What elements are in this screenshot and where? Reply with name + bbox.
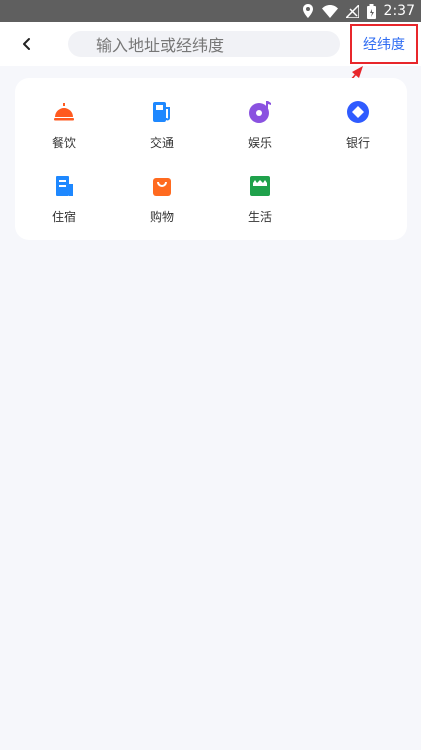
search-placeholder: 输入地址或经纬度 bbox=[96, 36, 225, 55]
location-icon bbox=[302, 4, 313, 18]
category-label: 餐饮 bbox=[51, 136, 76, 150]
header-bar: 输入地址或经纬度 经纬度 bbox=[0, 22, 421, 66]
music-disc-icon bbox=[249, 101, 271, 123]
wifi-icon bbox=[321, 4, 338, 18]
shopping-bag-icon bbox=[153, 178, 171, 196]
diamond-coin-icon bbox=[347, 101, 369, 123]
category-label: 银行 bbox=[345, 136, 370, 150]
chevron-left-icon bbox=[23, 38, 30, 50]
category-entertainment[interactable]: 娱乐 bbox=[211, 100, 309, 160]
category-label: 住宿 bbox=[51, 210, 76, 224]
category-label: 交通 bbox=[149, 136, 174, 150]
search-input[interactable]: 输入地址或经纬度 bbox=[68, 31, 340, 57]
back-button[interactable] bbox=[18, 34, 38, 54]
category-dining[interactable]: 餐饮 bbox=[15, 100, 113, 160]
category-label: 购物 bbox=[149, 210, 174, 224]
hotel-building-icon bbox=[56, 176, 73, 196]
dining-cloche-icon bbox=[54, 103, 74, 121]
latlng-label: 经纬度 bbox=[363, 37, 405, 53]
category-card: 餐饮 交通 娱乐 银行 住宿 购物 生活 bbox=[15, 78, 407, 240]
category-lodging[interactable]: 住宿 bbox=[15, 174, 113, 234]
category-shopping[interactable]: 购物 bbox=[113, 174, 211, 234]
category-label: 生活 bbox=[247, 210, 272, 224]
category-label: 娱乐 bbox=[247, 136, 272, 150]
battery-icon bbox=[366, 3, 376, 19]
status-bar: 2:37 bbox=[0, 0, 421, 22]
category-life[interactable]: 生活 bbox=[211, 174, 309, 234]
signal-off-icon bbox=[345, 4, 359, 18]
fuel-pump-icon bbox=[153, 102, 170, 122]
category-bank[interactable]: 银行 bbox=[309, 100, 407, 160]
status-time: 2:37 bbox=[383, 3, 415, 19]
category-transport[interactable]: 交通 bbox=[113, 100, 211, 160]
latlng-button[interactable]: 经纬度 bbox=[350, 24, 418, 64]
storefront-icon bbox=[250, 176, 270, 196]
status-icons: 2:37 bbox=[302, 0, 415, 22]
